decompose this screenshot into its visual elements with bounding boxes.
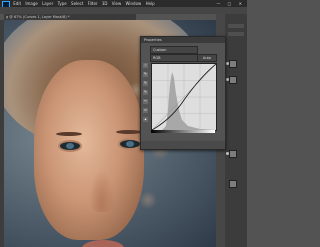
preset-dropdown[interactable]: Custom — [150, 46, 198, 54]
layer-thumbnail[interactable] — [229, 180, 237, 188]
curves-tools: ☝ ✎ ✎ ✎ 〜 ≈ ▴ — [143, 63, 149, 129]
panel-row[interactable] — [228, 24, 244, 28]
visibility-eye-icon[interactable] — [226, 152, 229, 155]
eyedropper-gray-icon[interactable]: ✎ — [143, 81, 148, 86]
curve-pencil-icon[interactable]: 〜 — [143, 99, 148, 104]
options-bar — [0, 7, 247, 14]
channel-dropdown[interactable]: RGB — [150, 54, 198, 62]
menu-layer[interactable]: Layer — [42, 1, 53, 6]
left-eyebrow — [56, 132, 82, 136]
properties-title[interactable]: Properties — [141, 37, 225, 43]
eyedropper-black-icon[interactable]: ✎ — [143, 72, 148, 77]
layer-thumbnail[interactable] — [229, 76, 237, 84]
nose — [89, 170, 115, 212]
layers-panel[interactable] — [225, 14, 247, 247]
menu-filter[interactable]: Filter — [88, 1, 98, 6]
menu-3d[interactable]: 3D — [102, 1, 108, 6]
menu-select[interactable]: Select — [71, 1, 83, 6]
properties-panel: Properties Custom RGB Auto ☝ ✎ ✎ ✎ 〜 ≈ ▴ — [140, 36, 226, 150]
menu-bar: Edit Image Layer Type Select Filter 3D V… — [0, 0, 247, 7]
eyedropper-white-icon[interactable]: ✎ — [143, 90, 148, 95]
right-iris — [126, 141, 134, 147]
output-gradient-bar — [151, 130, 215, 133]
layer-thumbnail[interactable] — [229, 150, 237, 158]
smooth-icon[interactable]: ≈ — [143, 108, 148, 113]
auto-button[interactable]: Auto — [197, 54, 217, 62]
menu-window[interactable]: Window — [126, 1, 142, 6]
face-image — [34, 60, 144, 247]
menu-type[interactable]: Type — [58, 1, 67, 6]
properties-footer — [141, 141, 225, 149]
panel-row[interactable] — [228, 32, 244, 36]
right-eye — [120, 140, 140, 148]
menu-view[interactable]: View — [112, 1, 122, 6]
left-iris — [66, 143, 74, 149]
layer-thumbnail[interactable] — [229, 60, 237, 68]
window-controls[interactable]: — ▢ ✕ — [216, 0, 245, 7]
right-eyebrow — [116, 130, 142, 134]
left-eye — [60, 142, 80, 150]
curves-graph[interactable] — [151, 63, 217, 131]
lips — [82, 240, 124, 247]
menu-edit[interactable]: Edit — [13, 1, 21, 6]
visibility-eye-icon[interactable] — [226, 62, 229, 65]
visibility-eye-icon[interactable] — [226, 78, 229, 81]
menu-image[interactable]: Image — [25, 1, 38, 6]
menu-help[interactable]: Help — [146, 1, 155, 6]
pointer-finger-icon[interactable]: ☝ — [143, 63, 148, 68]
clip-icon[interactable]: ▴ — [143, 117, 148, 122]
